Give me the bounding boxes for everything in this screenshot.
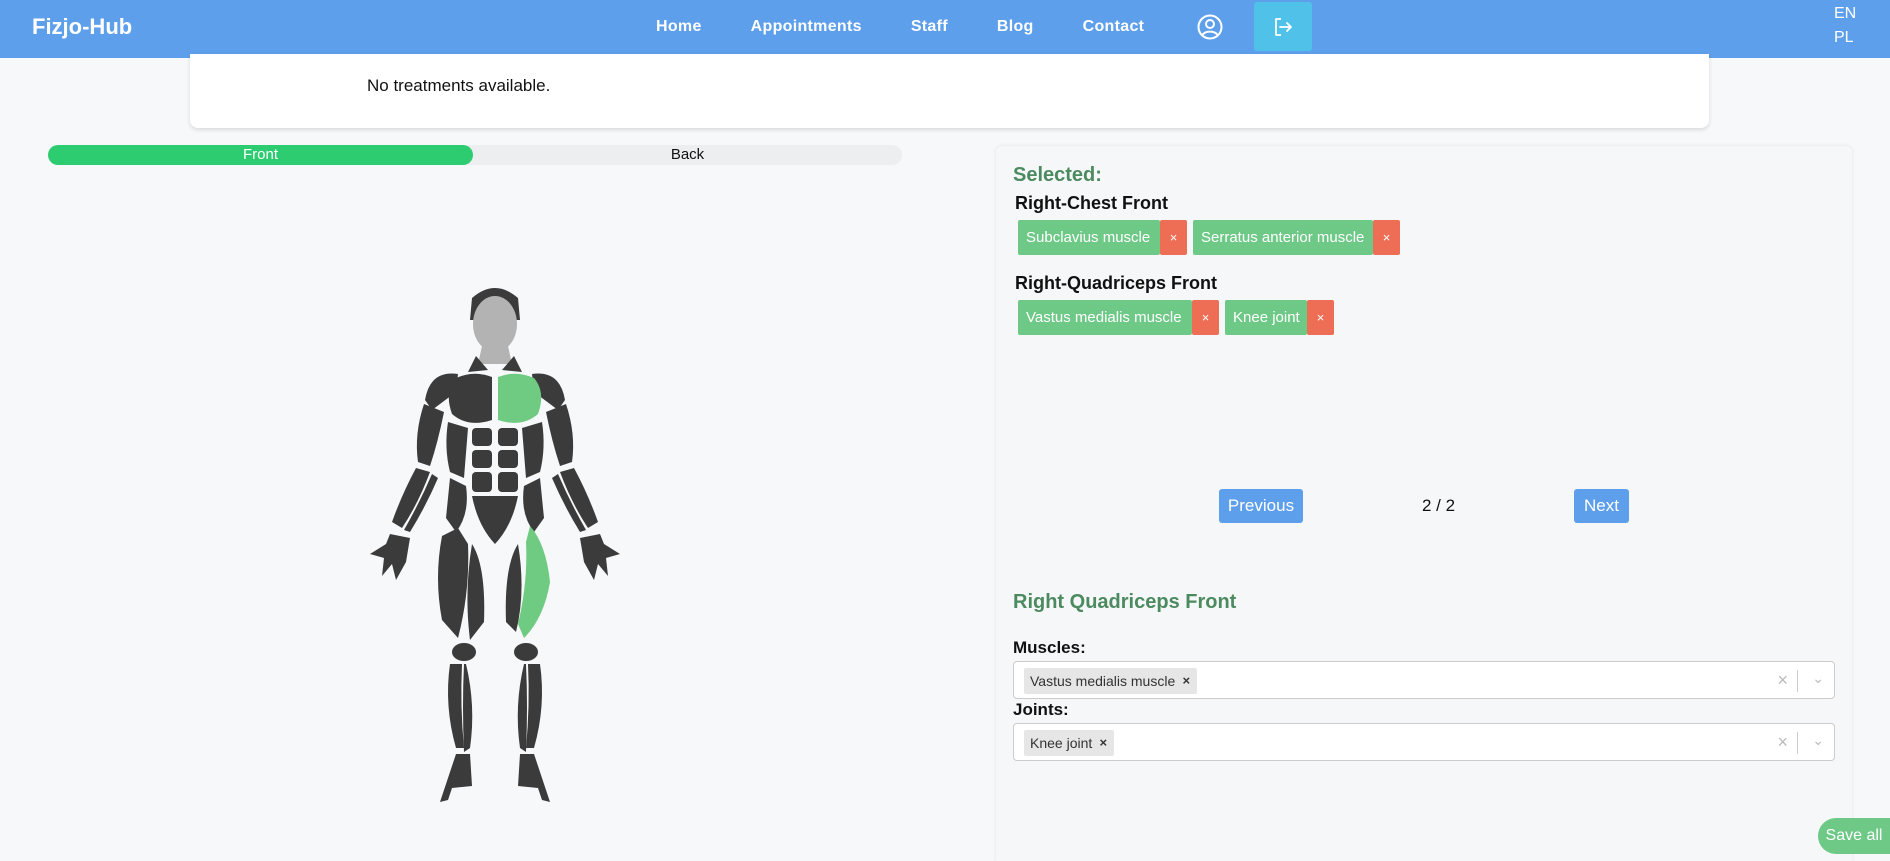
toggle-back[interactable]: Back [473, 145, 902, 165]
joints-clear-icon[interactable]: × [1777, 732, 1788, 753]
serratus-left[interactable] [446, 422, 468, 478]
foot-left[interactable] [440, 754, 472, 802]
no-treatments-message: No treatments available. [367, 76, 551, 95]
body-map [370, 288, 620, 802]
tag-knee-joint: Knee joint [1225, 300, 1307, 335]
upper-arm-right[interactable] [546, 404, 574, 466]
hip-right[interactable] [523, 478, 544, 532]
abs-2-left[interactable] [472, 450, 492, 468]
muscles-chip-label: Vastus medialis muscle [1030, 673, 1176, 689]
quadriceps-left-inner[interactable] [467, 544, 485, 640]
selected-title: Selected: [1013, 164, 1102, 186]
tag-serratus-anterior: Serratus anterior muscle [1193, 220, 1373, 255]
shin-left[interactable] [463, 664, 473, 752]
muscles-separator [1797, 670, 1798, 692]
group-title-quadriceps: Right-Quadriceps Front [1015, 273, 1217, 293]
chevron-down-icon[interactable]: ⌄ [1812, 732, 1824, 749]
nav-links: Home Appointments Staff Blog Contact [656, 18, 1193, 36]
remove-knee-joint-button[interactable]: × [1307, 300, 1334, 335]
logout-icon [1275, 17, 1292, 36]
calf-right[interactable] [526, 664, 542, 748]
joints-chip-remove[interactable]: × [1092, 730, 1114, 756]
joints-chip-label: Knee joint [1030, 735, 1093, 751]
detail-title: Right Quadriceps Front [1013, 591, 1237, 613]
quadriceps-left[interactable] [438, 528, 469, 638]
nav-blog[interactable]: Blog [997, 18, 1034, 36]
language-en[interactable]: EN [1834, 5, 1856, 23]
previous-button[interactable]: Previous [1219, 489, 1303, 523]
knee-left[interactable] [452, 643, 476, 661]
remove-vastus-medialis-button[interactable]: × [1192, 300, 1219, 335]
abs-3-right[interactable] [498, 472, 518, 492]
upper-arm-left[interactable] [416, 404, 444, 466]
toggle-front[interactable]: Front [48, 145, 473, 165]
user-circle-icon[interactable] [1197, 14, 1223, 40]
tag-subclavius: Subclavius muscle [1018, 220, 1160, 255]
navbar: Fizjo-Hub Home Appointments Staff Blog C… [0, 0, 1890, 58]
treatments-card: No treatments available. [190, 54, 1709, 128]
muscles-label: Muscles: [1013, 638, 1086, 657]
nav-appointments[interactable]: Appointments [751, 18, 862, 36]
joints-chip: Knee joint × [1024, 730, 1115, 756]
quadriceps-right-selected[interactable] [518, 526, 550, 638]
next-button[interactable]: Next [1574, 489, 1629, 523]
nav-home[interactable]: Home [656, 18, 702, 36]
nav-contact[interactable]: Contact [1083, 18, 1145, 36]
remove-subclavius-button[interactable]: × [1160, 220, 1187, 255]
abs-3-left[interactable] [472, 472, 492, 492]
joints-label: Joints: [1013, 700, 1069, 719]
selection-panel: Selected: Right-Chest Front Subclavius m… [996, 146, 1852, 861]
hand-right[interactable] [580, 534, 620, 580]
remove-serratus-anterior-button[interactable]: × [1373, 220, 1400, 255]
abs-lower[interactable] [472, 496, 518, 544]
muscles-clear-icon[interactable]: × [1777, 670, 1788, 691]
abs-2-right[interactable] [498, 450, 518, 468]
face [473, 296, 517, 352]
muscles-select[interactable]: Vastus medialis muscle × × ⌄ [1013, 661, 1835, 699]
save-all-button[interactable]: Save all [1818, 818, 1890, 854]
hip-left[interactable] [446, 478, 467, 532]
language-pl[interactable]: PL [1834, 29, 1854, 47]
joints-select[interactable]: Knee joint × × ⌄ [1013, 723, 1835, 761]
hand-left[interactable] [370, 534, 410, 580]
view-toggle: Front Back [48, 145, 902, 165]
logout-button[interactable] [1254, 2, 1312, 51]
brand-logo[interactable]: Fizjo-Hub [32, 14, 132, 40]
neck[interactable] [478, 346, 512, 364]
adductor-right[interactable] [505, 544, 522, 632]
knee-right[interactable] [514, 643, 538, 661]
nav-staff[interactable]: Staff [911, 18, 948, 36]
muscles-chip: Vastus medialis muscle × [1024, 668, 1198, 694]
joints-separator [1797, 732, 1798, 754]
chest-left[interactable] [448, 373, 492, 423]
tag-vastus-medialis: Vastus medialis muscle [1018, 300, 1192, 335]
muscles-chip-remove[interactable]: × [1175, 668, 1197, 694]
abs-1-right[interactable] [498, 428, 518, 446]
shin-right[interactable] [517, 664, 527, 752]
foot-right[interactable] [518, 754, 550, 802]
chevron-down-icon[interactable]: ⌄ [1812, 670, 1824, 687]
abs-1-left[interactable] [472, 428, 492, 446]
calf-left[interactable] [448, 664, 464, 748]
page-indicator: 2 / 2 [1422, 496, 1456, 515]
serratus-right[interactable] [522, 422, 544, 478]
group-title-chest: Right-Chest Front [1015, 193, 1168, 213]
chest-right-selected[interactable] [498, 373, 542, 423]
